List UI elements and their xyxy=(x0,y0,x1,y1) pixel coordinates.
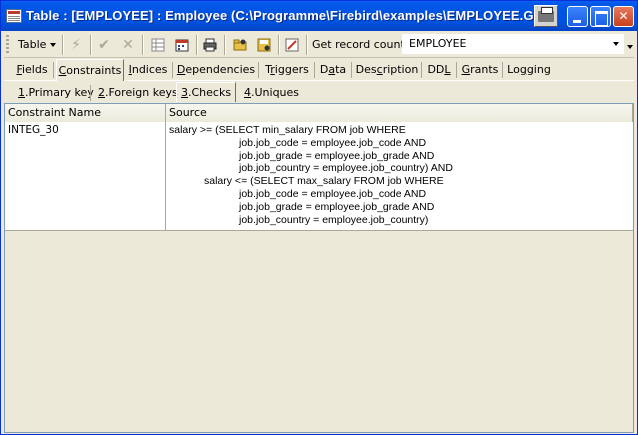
tab-grants[interactable]: Grants xyxy=(460,61,500,80)
subtab-uniques[interactable]: 4.Uniques xyxy=(240,84,303,102)
toolbar-separator xyxy=(62,35,64,55)
toolbar-separator xyxy=(278,35,280,55)
tab-separator xyxy=(53,62,54,78)
commit-icon[interactable]: ✔ xyxy=(94,35,114,55)
tab-dependencies[interactable]: Dependencies xyxy=(176,61,256,80)
open-folder-icon[interactable] xyxy=(230,35,250,55)
table-editor-window: Table : [EMPLOYEE] : Employee (C:\Progra… xyxy=(0,0,638,435)
tab-logging[interactable]: Logging xyxy=(506,61,552,80)
toolbar-grip[interactable] xyxy=(6,35,9,55)
column-header-source[interactable]: Source xyxy=(166,104,633,122)
constraint-name-cell[interactable]: INTEG_30 xyxy=(5,122,166,231)
tab-separator xyxy=(172,62,173,78)
maximize-button[interactable] xyxy=(590,6,611,27)
chevron-down-icon[interactable] xyxy=(613,42,619,46)
source-cell[interactable]: salary >= (SELECT min_salary FROM job WH… xyxy=(166,122,633,231)
toolbar-overflow-icon[interactable] xyxy=(627,45,633,49)
toolbar-separator xyxy=(90,35,92,55)
main-tab-strip: Fields Constraints Indices Dependencies … xyxy=(4,59,634,81)
save-icon[interactable] xyxy=(254,35,274,55)
table-select-value: EMPLOYEE xyxy=(409,37,467,50)
tab-separator xyxy=(351,62,352,78)
tab-fields[interactable]: Fields xyxy=(12,61,52,80)
grid-properties-icon[interactable] xyxy=(148,35,168,55)
tab-indices[interactable]: Indices xyxy=(127,61,169,80)
tab-triggers[interactable]: Triggers xyxy=(262,61,312,80)
tab-ddl[interactable]: DDL xyxy=(425,61,453,80)
toolbar: Table ⚡ ✔ ✕ Get record count EMPLOYEE xyxy=(4,32,634,58)
close-button[interactable]: ✕ xyxy=(613,6,634,27)
title-bar[interactable]: Table : [EMPLOYEE] : Employee (C:\Progra… xyxy=(1,1,637,31)
subtab-checks[interactable]: 3.Checks xyxy=(176,82,237,102)
grid-header: Constraint Name Source xyxy=(5,104,633,122)
toolbar-separator xyxy=(306,35,308,55)
tab-separator xyxy=(502,62,503,78)
table-menu-button[interactable]: Table xyxy=(12,34,62,56)
print-icon[interactable] xyxy=(534,5,558,27)
table-icon xyxy=(6,9,22,23)
tab-separator xyxy=(90,85,91,101)
subtab-primary-key[interactable]: 1.Primary key xyxy=(14,84,98,102)
compile-icon[interactable]: ⚡ xyxy=(66,35,86,55)
print-icon[interactable] xyxy=(200,35,220,55)
subtab-foreign-keys[interactable]: 2.Foreign keys xyxy=(94,84,182,102)
edit-icon[interactable] xyxy=(282,35,302,55)
check-source-text: salary >= (SELECT min_salary FROM job WH… xyxy=(169,124,453,226)
column-header-constraint-name[interactable]: Constraint Name xyxy=(5,104,166,122)
toolbar-separator xyxy=(142,35,144,55)
rollback-icon[interactable]: ✕ xyxy=(118,35,138,55)
chevron-down-icon xyxy=(50,43,57,47)
tab-separator xyxy=(258,62,259,78)
calendar-icon[interactable] xyxy=(172,35,192,55)
checks-grid[interactable]: Constraint Name Source INTEG_30 salary >… xyxy=(4,103,634,433)
table-row[interactable]: INTEG_30 salary >= (SELECT min_salary FR… xyxy=(5,122,633,231)
tab-data[interactable]: Data xyxy=(317,61,349,80)
toolbar-separator xyxy=(196,35,198,55)
minimize-button[interactable] xyxy=(567,6,588,27)
tab-constraints[interactable]: Constraints xyxy=(56,59,124,81)
constraint-name-value: INTEG_30 xyxy=(8,124,59,136)
tab-description[interactable]: Description xyxy=(355,61,419,80)
tab-separator xyxy=(314,62,315,78)
toolbar-separator xyxy=(224,35,226,55)
table-menu-label: Table xyxy=(18,38,47,51)
tab-separator xyxy=(421,62,422,78)
get-record-count-button[interactable]: Get record count xyxy=(312,34,405,56)
constraint-type-tab-strip: 1.Primary key 2.Foreign keys 3.Checks 4.… xyxy=(4,82,634,102)
tab-separator xyxy=(456,62,457,78)
table-select[interactable]: EMPLOYEE xyxy=(402,34,624,54)
window-title: Table : [EMPLOYEE] : Employee (C:\Progra… xyxy=(26,8,557,23)
